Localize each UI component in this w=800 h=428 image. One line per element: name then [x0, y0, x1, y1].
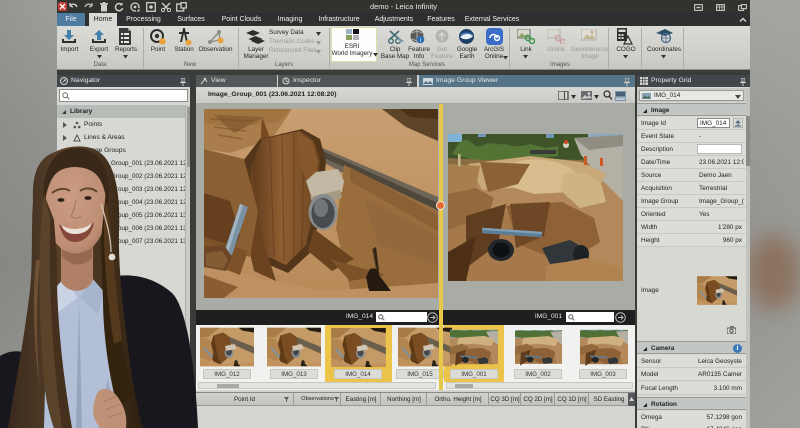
svg-text:i: i [420, 38, 421, 44]
